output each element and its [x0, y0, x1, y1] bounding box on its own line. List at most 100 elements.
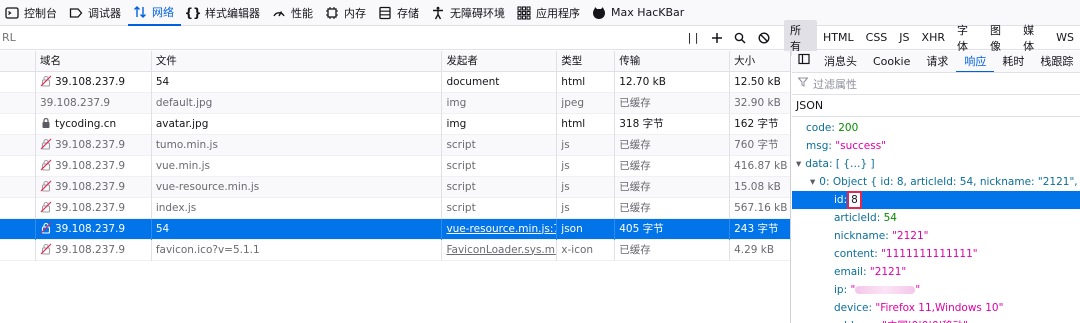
cell-text: 39.108.237.9 — [54, 138, 126, 151]
cell-text: 15.08 kB — [734, 180, 781, 193]
cell-file: default.jpg — [152, 92, 443, 114]
storage-icon — [377, 5, 393, 21]
cell-size: 15.08 kB — [730, 177, 790, 198]
status-column-header[interactable] — [0, 50, 36, 72]
cell-type: js — [557, 197, 616, 219]
tab-cookie[interactable]: Cookie — [865, 51, 918, 72]
json-line[interactable]: id: 8 — [792, 191, 1080, 209]
status-cell — [0, 218, 36, 240]
filter-js[interactable]: JS — [893, 29, 915, 46]
json-line[interactable]: msg: "success" — [792, 137, 1080, 155]
tab-timings[interactable]: 耗时 — [994, 51, 1032, 72]
pause-icon[interactable]: | | — [681, 27, 705, 49]
console-icon — [4, 5, 20, 21]
json-section-header[interactable]: JSON — [792, 95, 1080, 117]
cell-file: index.js — [152, 197, 443, 219]
json-value: "2121" — [869, 266, 907, 278]
table-row[interactable]: 39.108.237.9 vue.min.js script js 已缓存 416.87 … — [0, 155, 790, 177]
cell-initiator: script — [442, 176, 558, 198]
json-key: id — [834, 194, 844, 206]
json-value-edit-field[interactable]: 8 — [847, 191, 862, 209]
cell-text: index.js — [155, 201, 197, 214]
table-row[interactable]: 39.108.237.9 index.js script js 已缓存 567.16 kB — [0, 197, 790, 219]
details-tabs: 消息头 Cookie 请求 响应 耗时 栈跟踪 — [792, 51, 1080, 73]
cell-text: 318 字节 — [619, 117, 664, 130]
tab-headers[interactable]: 消息头 — [816, 51, 865, 72]
tab-accessibility[interactable]: 无障碍环境 — [426, 0, 512, 26]
json-line[interactable]: email: "2121" — [792, 263, 1080, 281]
debugger-icon — [68, 5, 84, 21]
tab-network[interactable]: 网络 — [128, 0, 181, 26]
json-line[interactable]: address: "中国|0|0|0|移动" — [792, 317, 1080, 323]
table-row[interactable]: 39.108.237.9 default.jpg img jpeg 已缓存 32.90 k… — [0, 92, 790, 114]
json-key: ip — [834, 284, 844, 296]
tab-style-editor[interactable]: {} 样式编辑器 — [181, 0, 267, 26]
cell-domain: 39.108.237.9 — [36, 197, 152, 219]
sidebar-toggle-icon[interactable] — [792, 51, 816, 72]
json-value: "1111111111111" — [881, 248, 978, 260]
tab-debugger[interactable]: 调试器 — [64, 0, 128, 26]
tab-stack-trace[interactable]: 栈跟踪 — [1032, 51, 1080, 72]
json-line[interactable]: ▾ 0: Object { id: 8, articleId: 54, nickn… — [792, 173, 1080, 191]
plus-icon[interactable] — [705, 27, 729, 49]
table-row[interactable]: 39.108.237.9 favicon.ico?v=5.1.1 FaviconLo… — [0, 239, 790, 261]
table-row[interactable]: 39.108.237.9 vue-resource.min.js script js 已… — [0, 176, 790, 198]
cell-text: 12.50 kB — [734, 75, 781, 88]
json-line[interactable]: ▾ data: [ {…} ] — [792, 155, 1080, 173]
tab-max-hackbar[interactable]: Max HacKBar — [587, 0, 691, 26]
json-line[interactable]: code: 200 — [792, 119, 1080, 137]
cell-file: avatar.jpg — [152, 113, 443, 135]
initiator-link[interactable]: vue-resource.min.js:7... — [446, 223, 556, 235]
expand-toggle-icon[interactable]: ▾ — [810, 176, 815, 188]
tab-performance[interactable]: 性能 — [267, 0, 320, 26]
cell-size: 760 字节 — [730, 135, 790, 156]
column-header-type[interactable]: 类型 — [557, 50, 616, 72]
expand-toggle-icon[interactable]: ▾ — [796, 158, 801, 170]
table-row[interactable]: 39.108.237.9 54 document html 12.70 kB 12.50 … — [0, 71, 790, 93]
cell-size: 32.90 kB — [730, 93, 790, 114]
filter-css[interactable]: CSS — [860, 29, 894, 46]
block-icon[interactable] — [752, 27, 776, 49]
search-icon[interactable] — [729, 27, 753, 49]
json-key: msg — [806, 140, 829, 152]
cell-text: 567.16 kB — [734, 201, 788, 214]
json-line[interactable]: content: "1111111111111" — [792, 245, 1080, 263]
cell-text: script — [446, 201, 476, 214]
cell-transferred: 12.70 kB — [615, 71, 731, 93]
column-header-transferred[interactable]: 传输 — [615, 50, 731, 72]
column-header-size[interactable]: 大小 — [730, 51, 790, 72]
json-line[interactable]: ip: " " — [792, 281, 1080, 299]
initiator-link[interactable]: FaviconLoader.sys.mj... — [446, 244, 556, 256]
column-header-domain[interactable]: 域名 — [36, 50, 152, 72]
json-line[interactable]: articleId: 54 — [792, 209, 1080, 227]
url-filter-input[interactable] — [0, 27, 682, 48]
cell-domain: 39.108.237.9 — [36, 218, 152, 240]
tab-response[interactable]: 响应 — [956, 51, 995, 72]
tab-memory[interactable]: 内存 — [320, 0, 373, 26]
table-row[interactable]: 39.108.237.9 tumo.min.js script js 已缓存 760 字节 — [0, 134, 790, 156]
cell-file: vue-resource.min.js — [152, 176, 443, 198]
cell-transferred: 已缓存 — [615, 176, 731, 198]
cell-file: vue.min.js — [152, 155, 443, 177]
json-value: [ {…} ] — [835, 158, 875, 170]
tab-request[interactable]: 请求 — [918, 51, 956, 72]
filter-xhr[interactable]: XHR — [916, 29, 951, 46]
json-line[interactable]: nickname: "2121" — [792, 227, 1080, 245]
tab-label: 性能 — [291, 6, 313, 20]
tab-storage[interactable]: 存储 — [373, 0, 426, 26]
json-key: content — [834, 248, 875, 260]
table-row[interactable]: tycoding.cn avatar.jpg img html 318 字节 162 字节 — [0, 113, 790, 135]
tab-application[interactable]: 应用程序 — [512, 0, 587, 26]
property-filter[interactable]: 过滤属性 — [792, 73, 1080, 95]
table-row[interactable]: 39.108.237.9 54 vue-resource.min.js:7... js… — [0, 218, 790, 240]
column-header-file[interactable]: 文件 — [152, 50, 443, 72]
column-header-initiator[interactable]: 发起者 — [442, 50, 558, 72]
tab-console[interactable]: 控制台 — [0, 0, 64, 26]
json-value: "2121" — [892, 230, 929, 242]
filter-html[interactable]: HTML — [817, 29, 860, 46]
cell-text: 416.87 kB — [734, 159, 788, 172]
json-line[interactable]: device: "Firefox 11,Windows 10" — [792, 299, 1080, 317]
cell-text: 39.108.237.9 — [39, 96, 111, 109]
cell-size: 4.29 kB — [730, 240, 790, 261]
filter-ws[interactable]: WS — [1050, 29, 1080, 46]
